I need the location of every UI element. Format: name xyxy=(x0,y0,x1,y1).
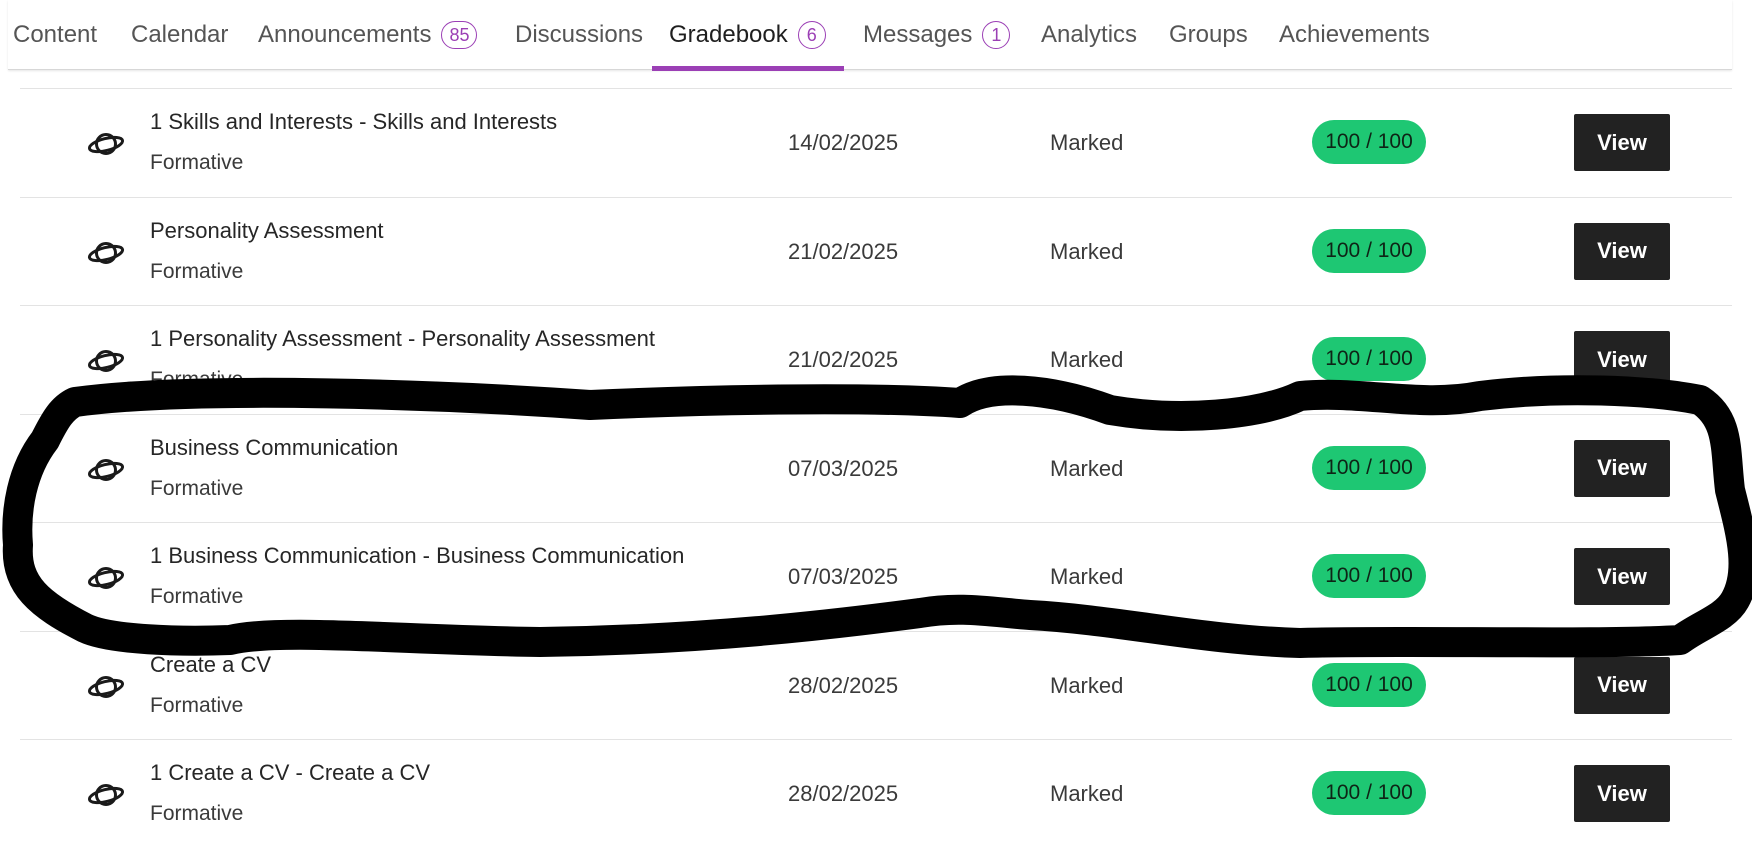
view-button[interactable]: View xyxy=(1574,656,1670,714)
tab-label: Analytics xyxy=(1041,21,1138,48)
assessment-title[interactable]: Business Communication xyxy=(150,435,398,461)
assessment-title[interactable]: Personality Assessment xyxy=(150,218,384,244)
active-tab-indicator xyxy=(652,66,844,71)
status-text: Marked xyxy=(1050,347,1124,372)
planet-icon xyxy=(86,779,126,811)
gradebook-row: 1 Business Communication - Business Comm… xyxy=(20,522,1732,631)
due-date: 21/02/2025 xyxy=(788,347,899,372)
view-button[interactable]: View xyxy=(1574,548,1670,605)
tab-messages[interactable]: Messages 1 xyxy=(863,0,1011,70)
tab-label: Calendar xyxy=(131,21,229,48)
assessment-type: Formative xyxy=(150,802,244,825)
assessment-title[interactable]: 1 Create a CV - Create a CV xyxy=(150,760,430,786)
assessment-title[interactable]: 1 Personality Assessment - Personality A… xyxy=(150,326,655,352)
view-button[interactable]: View xyxy=(1574,439,1670,497)
view-button[interactable]: View xyxy=(1574,114,1670,171)
tab-label: Announcements xyxy=(258,21,432,48)
tab-achievements[interactable]: Achievements xyxy=(1279,0,1430,70)
gradebook-row: Business Communication Formative 07/03/202… xyxy=(20,413,1732,523)
gradebook-row: Personality Assessment Formative 21/02/202… xyxy=(20,196,1732,306)
planet-icon xyxy=(86,345,126,377)
planet-icon xyxy=(86,454,126,486)
score-badge: 100 / 100 xyxy=(1312,771,1426,815)
assessment-type: Formative xyxy=(150,368,244,391)
tab-discussions[interactable]: Discussions xyxy=(515,0,643,70)
tab-label: Achievements xyxy=(1279,21,1430,48)
planet-icon xyxy=(86,671,126,703)
score-badge: 100 / 100 xyxy=(1312,228,1426,273)
planet-icon xyxy=(86,562,126,594)
gradebook-row: 1 Personality Assessment - Personality A… xyxy=(20,305,1732,414)
score-badge: 100 / 100 xyxy=(1312,662,1426,707)
gradebook-count-badge: 6 xyxy=(797,21,826,49)
announcements-count-badge: 85 xyxy=(441,21,478,49)
gradebook-row: 1 Skills and Interests - Skills and Inte… xyxy=(20,88,1732,197)
tab-analytics[interactable]: Analytics xyxy=(1041,0,1137,70)
status-text: Marked xyxy=(1050,130,1124,155)
status-text: Marked xyxy=(1050,564,1124,589)
assessment-title[interactable]: 1 Business Communication - Business Comm… xyxy=(150,543,684,569)
due-date: 28/02/2025 xyxy=(788,672,899,698)
assessment-type: Formative xyxy=(150,151,244,174)
tab-calendar[interactable]: Calendar xyxy=(131,0,228,70)
gradebook-row: 1 Create a CV - Create a CV Formative 28/0… xyxy=(20,739,1732,844)
status-text: Marked xyxy=(1050,455,1124,481)
tab-gradebook[interactable]: Gradebook 6 xyxy=(652,0,844,71)
tab-label: Content xyxy=(13,21,98,48)
score-badge: 100 / 100 xyxy=(1312,120,1426,164)
view-button[interactable]: View xyxy=(1574,222,1670,280)
tab-label: Discussions xyxy=(515,21,644,48)
score-badge: 100 / 100 xyxy=(1312,445,1426,490)
status-text: Marked xyxy=(1050,781,1124,806)
gradebook-list: 1 Skills and Interests - Skills and Inte… xyxy=(20,88,1732,844)
status-text: Marked xyxy=(1050,238,1124,264)
due-date: 07/03/2025 xyxy=(788,455,899,481)
gradebook-page: Content Calendar Announcements 85 Discus… xyxy=(0,0,1752,844)
tab-content[interactable]: Content xyxy=(13,0,97,70)
score-badge: 100 / 100 xyxy=(1312,554,1426,598)
due-date: 14/02/2025 xyxy=(788,130,899,155)
planet-icon xyxy=(86,128,126,160)
view-button[interactable]: View xyxy=(1574,331,1670,388)
tab-groups[interactable]: Groups xyxy=(1169,0,1248,70)
assessment-type: Formative xyxy=(150,693,244,717)
gradebook-row: Create a CV Formative 28/02/2025 Marked 100 … xyxy=(20,630,1732,740)
tab-announcements[interactable]: Announcements 85 xyxy=(258,0,478,70)
due-date: 28/02/2025 xyxy=(788,781,899,806)
messages-count-badge: 1 xyxy=(982,21,1011,49)
status-text: Marked xyxy=(1050,672,1124,698)
assessment-type: Formative xyxy=(150,259,244,283)
course-tabs: Content Calendar Announcements 85 Discus… xyxy=(8,0,1732,71)
planet-icon xyxy=(86,237,126,269)
due-date: 07/03/2025 xyxy=(788,564,899,589)
tab-label: Groups xyxy=(1169,21,1248,48)
assessment-type: Formative xyxy=(150,476,244,500)
assessment-type: Formative xyxy=(150,585,244,608)
view-button[interactable]: View xyxy=(1574,765,1670,822)
assessment-title[interactable]: 1 Skills and Interests - Skills and Inte… xyxy=(150,109,557,135)
due-date: 21/02/2025 xyxy=(788,238,899,264)
assessment-title[interactable]: Create a CV xyxy=(150,652,271,678)
tab-label: Gradebook xyxy=(669,21,788,48)
tab-label: Messages xyxy=(863,21,973,48)
score-badge: 100 / 100 xyxy=(1312,337,1426,381)
